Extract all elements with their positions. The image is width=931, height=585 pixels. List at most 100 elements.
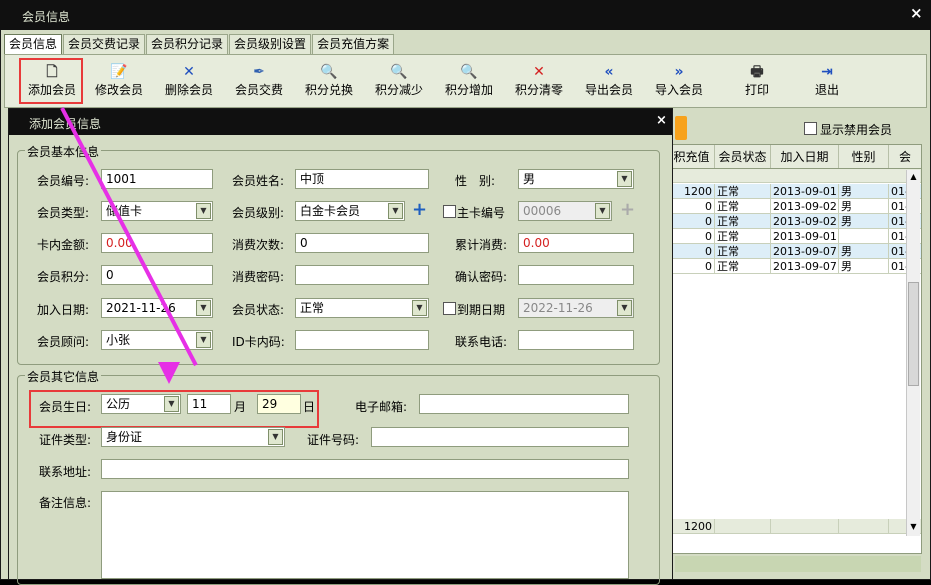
chevron-down-icon[interactable]: ▼ bbox=[388, 203, 403, 219]
id-card-label: ID卡内码: bbox=[232, 335, 285, 349]
table-cell: 2013-09-01 bbox=[771, 184, 839, 198]
toolbar-button-1[interactable]: 📝 修改会员 bbox=[84, 63, 154, 98]
zoom-icon: 🔍 bbox=[320, 64, 338, 80]
phone-input[interactable] bbox=[518, 330, 634, 350]
other-info-title: 会员其它信息 bbox=[25, 368, 102, 385]
toolbar-button-11[interactable]: ⇥ 退出 bbox=[792, 63, 862, 98]
col-join-date[interactable]: 加入日期 bbox=[771, 145, 839, 168]
points-input[interactable]: 0 bbox=[101, 265, 213, 285]
chevron-down-icon[interactable]: ▼ bbox=[196, 332, 211, 348]
scroll-thumb[interactable] bbox=[908, 282, 919, 386]
table-row[interactable]: 0 正常 2013-09-02 男 01- bbox=[669, 214, 921, 229]
address-label: 联系地址: bbox=[39, 465, 92, 479]
remark-label: 备注信息: bbox=[39, 496, 92, 510]
toolbar-button-5[interactable]: 🔍 积分减少 bbox=[364, 63, 434, 98]
toolbar-button-3[interactable]: ✒ 会员交费 bbox=[224, 63, 294, 98]
consume-pwd-input[interactable] bbox=[295, 265, 429, 285]
table-cell: 男 bbox=[839, 259, 889, 273]
main-card-select[interactable]: 00006 ▼ bbox=[518, 201, 612, 221]
table-row[interactable]: 0 正常 2013-09-02 男 01- bbox=[669, 199, 921, 214]
toolbar-button-label: 导入会员 bbox=[654, 83, 703, 97]
table-row[interactable]: 1200 正常 2013-09-01 男 01- bbox=[669, 184, 921, 199]
status-select[interactable]: 正常 ▼ bbox=[295, 298, 429, 318]
scroll-down-icon[interactable]: ▼ bbox=[907, 520, 920, 534]
main-card-checkbox[interactable] bbox=[443, 205, 456, 218]
consume-count-input[interactable]: 0 bbox=[295, 233, 429, 253]
col-gender[interactable]: 性别 bbox=[839, 145, 889, 168]
table-cell: 2013-09-02 bbox=[771, 214, 839, 228]
member-no-input[interactable]: 1001 bbox=[101, 169, 213, 189]
expire-checkbox[interactable] bbox=[443, 302, 456, 315]
total-consume-input[interactable]: 0.00 bbox=[518, 233, 634, 253]
toolbar-button-2[interactable]: ✕ 删除会员 bbox=[154, 63, 224, 98]
id-card-input[interactable] bbox=[295, 330, 429, 350]
expire-date-picker[interactable]: 2022-11-26 ▼ bbox=[518, 298, 634, 318]
table-cell: 正常 bbox=[715, 244, 771, 258]
table-cell: 正常 bbox=[715, 214, 771, 228]
balance-input[interactable]: 0.00 bbox=[101, 233, 213, 253]
chevron-down-icon[interactable]: ▼ bbox=[196, 300, 211, 316]
gender-select[interactable]: 男 ▼ bbox=[518, 169, 634, 189]
total-consume-label: 累计消费: bbox=[455, 238, 508, 252]
toolbar-button-9[interactable]: » 导入会员 bbox=[644, 63, 714, 98]
tab-points-records[interactable]: 会员积分记录 bbox=[146, 34, 229, 54]
chevron-down-icon[interactable]: ▼ bbox=[595, 203, 610, 219]
level-select[interactable]: 白金卡会员 ▼ bbox=[295, 201, 405, 221]
id-no-input[interactable] bbox=[371, 427, 629, 447]
tab-recharge-plans[interactable]: 会员充值方案 bbox=[312, 34, 395, 54]
col-more[interactable]: 会 bbox=[889, 145, 921, 168]
table-cell bbox=[839, 229, 889, 243]
table-row[interactable]: 0 正常 2013-09-07 男 01- bbox=[669, 244, 921, 259]
add-member-highlight bbox=[19, 58, 83, 104]
chevron-down-icon[interactable]: ▼ bbox=[412, 300, 427, 316]
toolbar-button-7[interactable]: ✕ 积分清零 bbox=[504, 63, 574, 98]
grid-body: 1200 正常 2013-09-01 男 01- 0 正常 2013-09-02 男 01- 0 正常… bbox=[669, 184, 921, 274]
table-row[interactable]: 0 正常 2013-09-01 01- bbox=[669, 229, 921, 244]
remark-textarea[interactable] bbox=[101, 491, 629, 579]
table-cell: 2013-09-07 bbox=[771, 244, 839, 258]
table-row[interactable]: 0 正常 2013-09-07 男 01- bbox=[669, 259, 921, 274]
dialog-titlebar: 添加会员信息 × bbox=[9, 109, 672, 135]
chevron-down-icon[interactable]: ▼ bbox=[617, 300, 632, 316]
join-date-picker[interactable]: 2021-11-26 ▼ bbox=[101, 298, 213, 318]
toolbar-button-8[interactable]: « 导出会员 bbox=[574, 63, 644, 98]
col-recharge[interactable]: 积充值 bbox=[669, 145, 715, 168]
add-level-plus-icon[interactable]: + bbox=[412, 199, 427, 220]
chevron-down-icon[interactable]: ▼ bbox=[617, 171, 632, 187]
id-type-select[interactable]: 身份证 ▼ bbox=[101, 427, 285, 447]
chevron-down-icon[interactable]: ▼ bbox=[268, 429, 283, 445]
scroll-up-icon[interactable]: ▲ bbox=[907, 170, 920, 184]
table-cell: 0 bbox=[669, 199, 715, 213]
double-left-icon: « bbox=[604, 64, 614, 80]
col-status[interactable]: 会员状态 bbox=[715, 145, 771, 168]
toolbar-button-4[interactable]: 🔍 积分兑换 bbox=[294, 63, 364, 98]
window-close-button[interactable]: × bbox=[910, 4, 923, 22]
tab-payment-records[interactable]: 会员交费记录 bbox=[63, 34, 146, 54]
edit-document-icon: 📝 bbox=[110, 64, 128, 80]
confirm-pwd-input[interactable] bbox=[518, 265, 634, 285]
show-disabled-checkbox[interactable] bbox=[804, 122, 817, 135]
table-cell: 男 bbox=[839, 244, 889, 258]
tab-bar: 会员信息 会员交费记录 会员积分记录 会员级别设置 会员充值方案 bbox=[4, 34, 395, 54]
toolbar-button-label: 积分兑换 bbox=[304, 83, 353, 97]
add-main-card-plus-icon[interactable]: + bbox=[620, 199, 635, 220]
table-cell: 2013-09-01 bbox=[771, 229, 839, 243]
window-title: 会员信息 bbox=[22, 10, 71, 24]
toolbar-button-10[interactable]: 🖶 打印 bbox=[722, 63, 792, 98]
address-input[interactable] bbox=[101, 459, 629, 479]
tab-member-info[interactable]: 会员信息 bbox=[4, 34, 63, 54]
phone-label: 联系电话: bbox=[455, 335, 508, 349]
member-grid: 积充值 会员状态 加入日期 性别 会 1200 正常 2013-09-01 男 01- 0… bbox=[668, 144, 922, 554]
dialog-close-button[interactable]: × bbox=[656, 113, 667, 128]
chevron-down-icon[interactable]: ▼ bbox=[196, 203, 211, 219]
birthday-highlight bbox=[29, 390, 319, 428]
annotation-arrow-head bbox=[158, 362, 180, 384]
tab-level-settings[interactable]: 会员级别设置 bbox=[229, 34, 312, 54]
name-input[interactable]: 中顶 bbox=[295, 169, 429, 189]
advisor-select[interactable]: 小张 ▼ bbox=[101, 330, 213, 350]
zoom-in-icon: 🔍 bbox=[460, 64, 478, 80]
table-cell: 2013-09-07 bbox=[771, 259, 839, 273]
grid-vertical-scrollbar[interactable]: ▲ ▼ bbox=[906, 170, 920, 536]
toolbar-button-6[interactable]: 🔍 积分增加 bbox=[434, 63, 504, 98]
email-input[interactable] bbox=[419, 394, 629, 414]
